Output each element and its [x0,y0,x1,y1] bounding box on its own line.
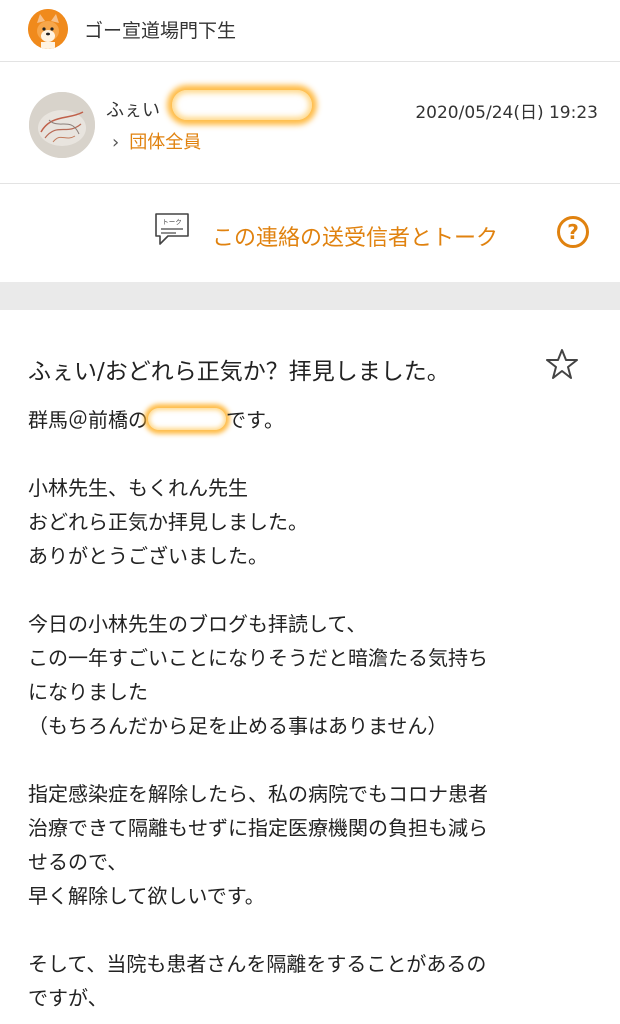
talk-icon-text: トーク [162,218,182,226]
avatar[interactable] [29,92,95,158]
body-line: 治療できて隔離もせずに指定医療機関の負担も減ら [28,816,488,840]
greeting-line: 群馬＠前橋の です。 [28,403,600,437]
body-line [28,437,600,471]
body-line: この一年すごいことになりそうだと暗澹たる気持ち [28,646,488,670]
message-body: 群馬＠前橋の です。 小林先生、もくれん先生 おどれら正気か拝見しました。 ありが… [28,403,600,1015]
body-line: 指定感染症を解除したら、私の病院でもコロナ患者 [28,782,488,806]
body-line: 今日の小林先生のブログも拝読して、 [28,612,367,636]
body-line: 早く解除して欲しいです。 [28,884,265,908]
timestamp: 2020/05/24(日) 19:23 [415,103,598,123]
redacted-name-inline [148,408,226,430]
top-bar: ゴー宣道場門下生 [0,0,620,62]
body-line: おどれら正気か拝見しました。 [28,510,308,534]
sender-name[interactable]: ふぇい [106,96,160,122]
help-icon[interactable]: ? [557,216,589,248]
greeting-before: 群馬＠前橋の [28,408,148,432]
recipient-label: 団体全員 [129,132,202,153]
body-line [28,743,600,777]
message-subject: ふぇい/おどれら正気か？拝見しました。 [28,359,450,385]
talk-row: トーク この連絡の送受信者とトーク ? [0,184,620,282]
body-line [28,913,600,947]
body-line: ですが、 [28,986,108,1010]
body-line: そして、当院も患者さんを隔離をすることがあるの [28,952,487,976]
talk-with-participants-link[interactable]: この連絡の送受信者とトーク [212,220,498,252]
body-line: （もちろんだから足を止める事はありません） [28,714,448,738]
talk-bubble-icon[interactable]: トーク [154,212,190,246]
body-line: になりました [28,680,148,704]
redacted-name [172,90,312,120]
section-divider [0,282,620,310]
body-line: せるので、 [28,850,128,874]
greeting-after: です。 [226,408,284,432]
body-line: ありがとうございました。 [28,544,268,568]
recipient-link[interactable]: › 団体全員 [112,128,201,154]
star-icon[interactable] [546,348,578,380]
sender-info: ふぇい › 団体全員 2020/05/24(日) 19:23 [0,62,620,184]
body-line [28,573,600,607]
body-line: 小林先生、もくれん先生 [28,476,248,500]
chevron-right-icon: › [112,132,120,153]
shiba-dog-icon[interactable] [28,9,68,49]
group-name[interactable]: ゴー宣道場門下生 [84,16,236,43]
